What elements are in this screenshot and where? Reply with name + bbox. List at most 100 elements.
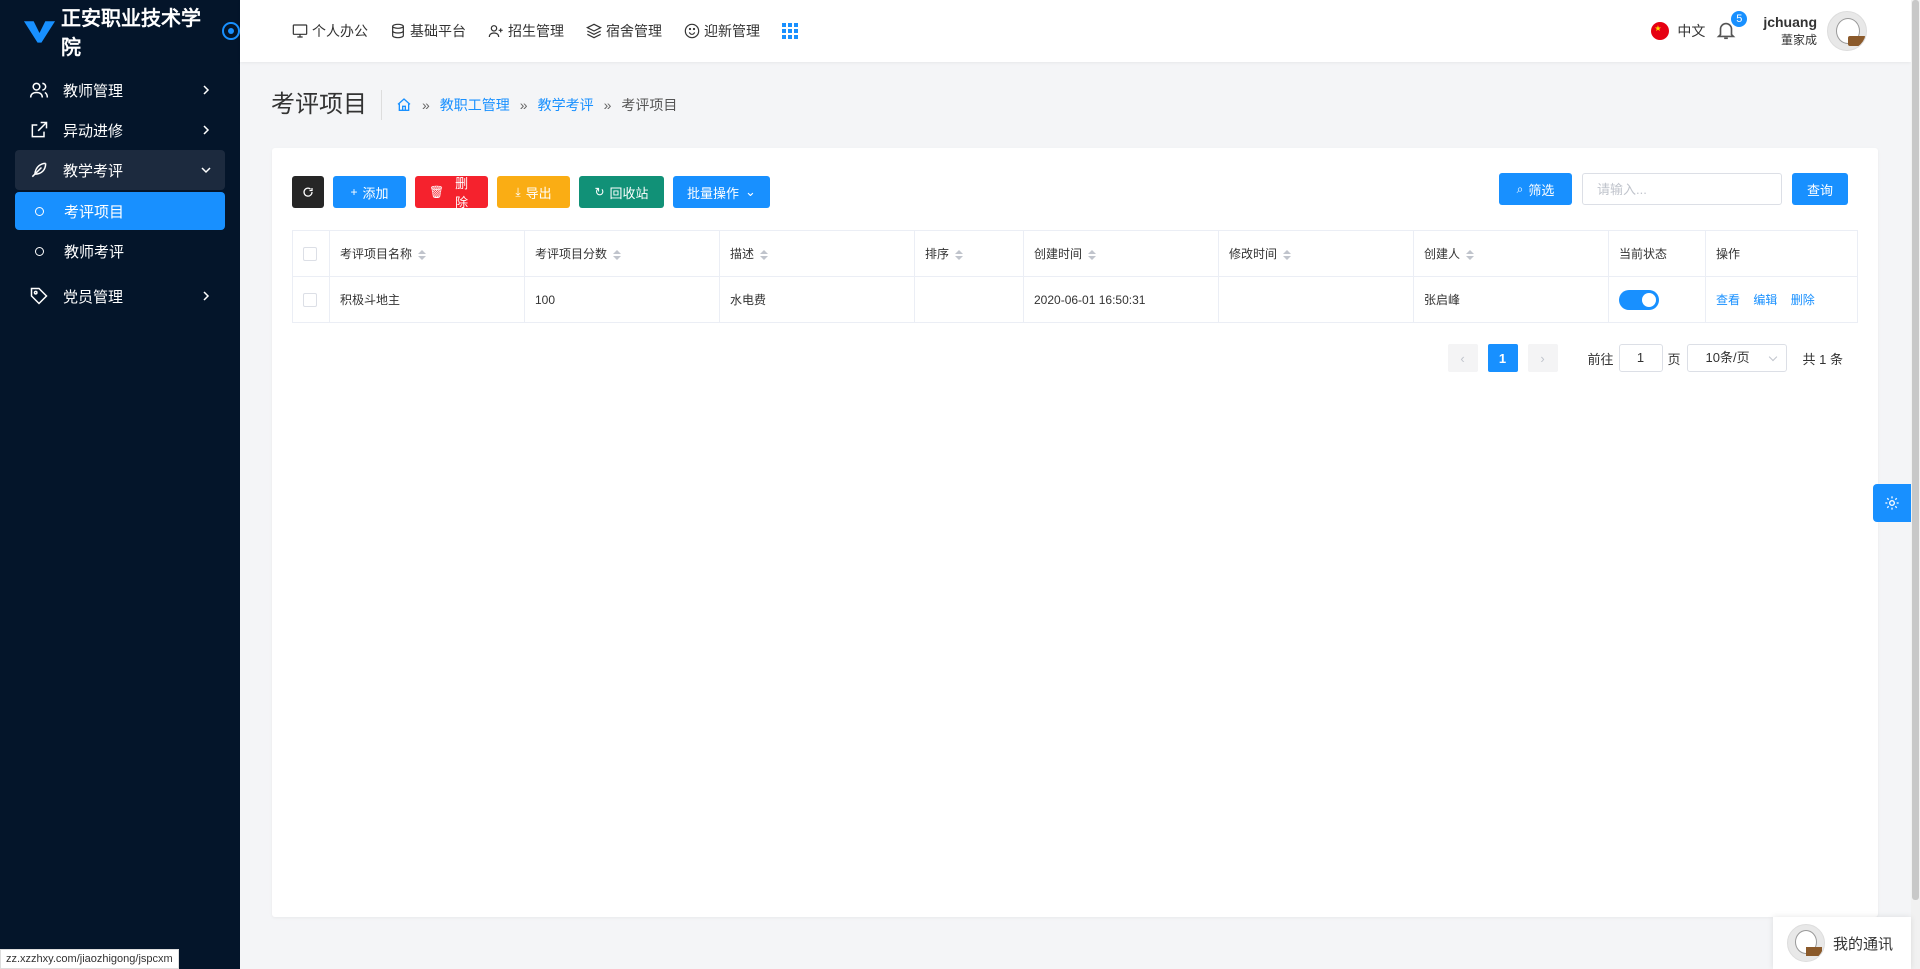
page-unit-label: 页: [1667, 351, 1681, 367]
sort-icon[interactable]: [1088, 249, 1097, 260]
chevron-down-icon: [201, 167, 211, 174]
select-all-cell: [292, 230, 330, 277]
sidebar-subitem-evaluation-items[interactable]: 考评项目: [15, 192, 225, 230]
breadcrumb-link[interactable]: 教学考评: [538, 95, 594, 115]
top-nav: 个人办公 基础平台 招生管理 宿舍管理 迎新管理: [292, 21, 798, 41]
scrollbar[interactable]: [1911, 0, 1920, 969]
cell-name: 积极斗地主: [329, 276, 525, 323]
column-label: 操作: [1716, 247, 1741, 261]
edit-link[interactable]: 编辑: [1753, 293, 1777, 307]
search-area: ⌕ 筛选 查询: [1499, 173, 1848, 205]
status-toggle[interactable]: [1619, 289, 1659, 310]
recycle-button-label: 回收站: [609, 185, 649, 201]
sort-icon[interactable]: [760, 249, 769, 260]
apps-grid-icon[interactable]: [782, 23, 798, 39]
avatar[interactable]: [1827, 11, 1867, 51]
sidebar-item-party-members[interactable]: 党员管理: [15, 276, 225, 316]
sort-icon[interactable]: [613, 249, 622, 260]
gear-icon: [1885, 496, 1899, 510]
breadcrumb-separator: »: [519, 97, 528, 113]
column-header[interactable]: 考评项目名称: [329, 230, 525, 277]
topnav-personal-office[interactable]: 个人办公: [292, 21, 368, 41]
filter-button[interactable]: ⌕ 筛选: [1499, 173, 1572, 205]
topnav-base-platform[interactable]: 基础平台: [390, 21, 466, 41]
page-number[interactable]: 1: [1487, 344, 1518, 372]
table-header-row: 考评项目名称 考评项目分数 描述 排序 创建时间 修改时间 创建人 当前状态 操…: [292, 230, 1858, 277]
next-page-button[interactable]: ›: [1527, 344, 1558, 372]
add-button[interactable]: + 添加: [333, 176, 406, 208]
column-header: 操作: [1705, 230, 1858, 277]
page-size-select[interactable]: 10条/页: [1686, 344, 1787, 372]
scrollbar-thumb[interactable]: [1912, 0, 1919, 900]
language-switcher[interactable]: 中文: [1651, 21, 1705, 41]
circle-icon: [35, 206, 44, 216]
column-label: 描述: [730, 247, 755, 261]
sort-icon[interactable]: [1283, 249, 1292, 260]
batch-actions-dropdown[interactable]: 批量操作 ⌄: [673, 176, 770, 208]
notification-button[interactable]: 5: [1715, 11, 1748, 43]
view-link[interactable]: 查看: [1716, 293, 1740, 307]
export-button-label: 导出: [525, 185, 552, 201]
topnav-dormitory[interactable]: 宿舍管理: [586, 21, 662, 41]
breadcrumb-separator: »: [603, 97, 612, 113]
monitor-icon: [292, 24, 308, 38]
sidebar-item-label: 教学考评: [63, 162, 124, 180]
column-header[interactable]: 描述: [719, 230, 915, 277]
home-icon[interactable]: [396, 97, 412, 113]
notification-badge: 5: [1731, 11, 1748, 27]
column-header[interactable]: 考评项目分数: [524, 230, 720, 277]
chat-widget[interactable]: 我的通讯: [1773, 917, 1911, 969]
search-icon: ⌕: [1516, 181, 1524, 196]
chevron-right-icon: [203, 125, 210, 135]
goto-page-input[interactable]: 1: [1618, 344, 1663, 372]
sidebar-item-label: 教师管理: [63, 82, 124, 100]
refresh-button[interactable]: [292, 176, 324, 208]
recycle-bin-button[interactable]: ↻ 回收站: [579, 176, 664, 208]
column-header[interactable]: 创建时间: [1023, 230, 1219, 277]
delete-button[interactable]: 🗑 删除: [415, 176, 488, 210]
china-flag-icon: [1651, 22, 1670, 40]
topnav-label: 基础平台: [410, 23, 466, 39]
export-button[interactable]: ⤓ 导出: [497, 176, 570, 208]
delete-link[interactable]: 删除: [1791, 293, 1815, 307]
column-header[interactable]: 排序: [914, 230, 1024, 277]
column-header[interactable]: 修改时间: [1218, 230, 1414, 277]
topnav-welcome[interactable]: 迎新管理: [684, 21, 760, 41]
prev-page-button[interactable]: ‹: [1447, 344, 1478, 372]
total-count: 共 1 条: [1802, 351, 1843, 367]
chevron-left-icon: ‹: [1460, 350, 1465, 366]
topnav-admissions[interactable]: 招生管理: [488, 21, 564, 41]
chevron-right-icon: ›: [1540, 350, 1545, 366]
column-label: 考评项目名称: [340, 247, 413, 261]
sort-icon[interactable]: [418, 249, 427, 260]
search-input[interactable]: [1582, 173, 1782, 205]
sort-icon[interactable]: [1466, 249, 1475, 260]
select-all-checkbox[interactable]: [303, 246, 317, 261]
breadcrumb-separator: »: [422, 97, 430, 113]
query-button[interactable]: 查询: [1792, 173, 1848, 205]
filter-button-label: 筛选: [1528, 182, 1555, 198]
user-info[interactable]: jchuang 董家成: [1763, 14, 1817, 48]
sidebar-item-teaching-evaluation[interactable]: 教学考评: [15, 150, 225, 190]
settings-button[interactable]: [1873, 484, 1911, 522]
external-link-icon: [29, 120, 49, 140]
column-header[interactable]: 创建人: [1413, 230, 1609, 277]
breadcrumb-current: 考评项目: [621, 97, 678, 113]
logo[interactable]: 正安职业技术学院: [0, 0, 240, 62]
undo-icon: ↻: [594, 185, 605, 199]
download-icon: ⤓: [515, 184, 521, 199]
sidebar-subitem-teacher-evaluation[interactable]: 教师考评: [15, 232, 225, 270]
layers-icon: [586, 23, 602, 39]
cell-order: [914, 276, 1024, 323]
sidebar-menu: 教师管理 异动进修 教学考评 考评项目 教师考评 党员管理: [0, 62, 240, 316]
sidebar-item-transfer-study[interactable]: 异动进修: [15, 110, 225, 150]
sidebar-item-teacher-management[interactable]: 教师管理: [15, 70, 225, 110]
sidebar: 正安职业技术学院 教师管理 异动进修 教学考评 考评项目 教师考评 党员管理: [0, 0, 240, 969]
user-display-name: 董家成: [1780, 33, 1817, 47]
data-table: 考评项目名称 考评项目分数 描述 排序 创建时间 修改时间 创建人 当前状态 操…: [292, 230, 1858, 323]
logo-circle-icon[interactable]: [222, 22, 240, 40]
add-button-label: 添加: [362, 185, 389, 201]
breadcrumb-link[interactable]: 教职工管理: [440, 95, 510, 115]
row-checkbox[interactable]: [303, 292, 317, 307]
sort-icon[interactable]: [955, 249, 964, 260]
